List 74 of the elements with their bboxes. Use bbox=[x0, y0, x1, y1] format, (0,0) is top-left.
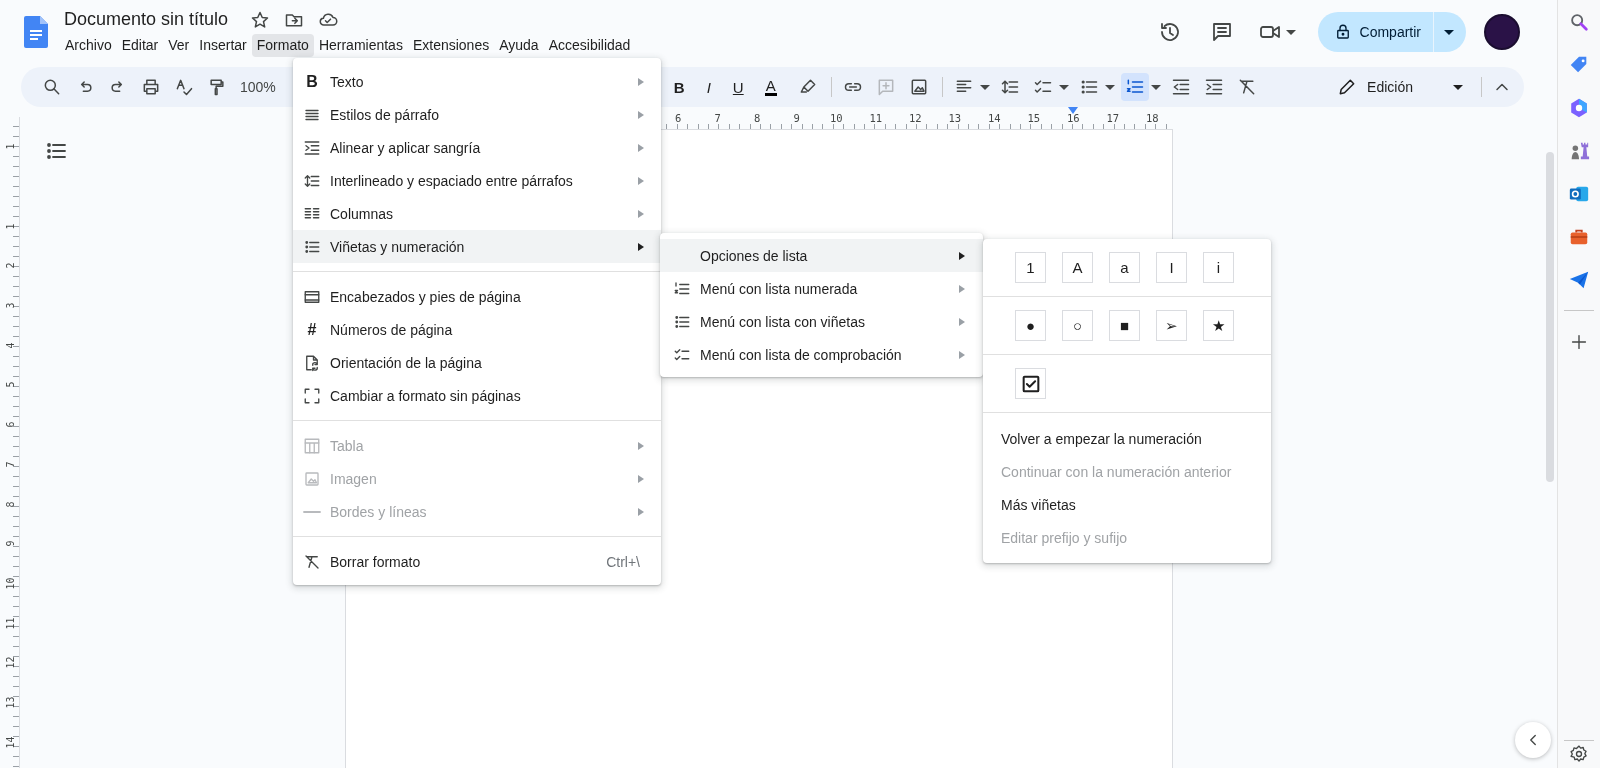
menu-item[interactable]: Interlineado y espaciado entre párrafos bbox=[293, 164, 661, 197]
numbering-style-button[interactable]: A bbox=[1062, 252, 1093, 283]
ruler-number: 17 bbox=[1105, 113, 1121, 124]
ruler-number: 15 bbox=[1026, 113, 1042, 124]
menu-item[interactable]: Estilos de párrafo bbox=[293, 98, 661, 131]
menu-item[interactable]: Editar bbox=[116, 33, 164, 57]
menu-item[interactable]: Insertar bbox=[194, 33, 252, 57]
ruler-number: 1 bbox=[4, 142, 16, 152]
ruler-number: 8 bbox=[753, 113, 762, 124]
bullet-style-button[interactable]: ★ bbox=[1203, 310, 1234, 341]
ruler-number: 10 bbox=[4, 576, 16, 591]
bullet-style-button[interactable]: ■ bbox=[1109, 310, 1140, 341]
ruler-number: 14 bbox=[986, 113, 1002, 124]
bullet-style-button[interactable]: ➢ bbox=[1156, 310, 1187, 341]
bold-button[interactable]: B bbox=[672, 78, 686, 96]
ruler-number: 13 bbox=[4, 695, 16, 710]
menu-item[interactable]: Extensiones bbox=[407, 33, 495, 57]
numbering-style-button[interactable]: i bbox=[1203, 252, 1234, 283]
menu-item[interactable]: Columnas bbox=[293, 197, 661, 230]
ruler-number: 10 bbox=[828, 113, 844, 124]
menu-item[interactable]: Herramientas bbox=[313, 33, 408, 57]
bullet-style-button[interactable]: ○ bbox=[1062, 310, 1093, 341]
numbering-style-button[interactable]: 1 bbox=[1015, 252, 1046, 283]
menu-item[interactable]: Archivo bbox=[60, 33, 117, 57]
ruler-number: 13 bbox=[947, 113, 963, 124]
menu-item[interactable]: Menú con lista de comprobación bbox=[660, 338, 983, 371]
menu-item[interactable]: Más viñetas bbox=[983, 489, 1271, 522]
numbering-style-button[interactable]: I bbox=[1156, 252, 1187, 283]
ruler-number: 14 bbox=[4, 735, 16, 750]
menu-item[interactable]: Ayuda bbox=[494, 33, 544, 57]
ruler-number: 6 bbox=[674, 113, 683, 124]
share-button[interactable]: Compartir bbox=[1317, 12, 1466, 52]
ruler-number: 12 bbox=[4, 655, 16, 670]
menu-item[interactable]: Volver a empezar la numeración bbox=[983, 423, 1271, 456]
menu-item[interactable]: Alinear y aplicar sangría bbox=[293, 131, 661, 164]
bold-icon: B bbox=[302, 72, 322, 91]
ruler-number: 7 bbox=[4, 460, 16, 470]
ruler-number: 12 bbox=[907, 113, 923, 124]
bullet-style-button[interactable]: ● bbox=[1015, 310, 1046, 341]
ruler-number: 11 bbox=[868, 113, 884, 124]
menu-item[interactable]: Orientación de la página bbox=[293, 346, 661, 379]
ruler-number: 16 bbox=[1065, 113, 1081, 124]
menu-item[interactable]: B Texto bbox=[293, 65, 661, 98]
menu-item[interactable]: # Números de página bbox=[293, 313, 661, 346]
menu-item[interactable]: Menú con lista con viñetas bbox=[660, 305, 983, 338]
ruler-number: 18 bbox=[1144, 113, 1160, 124]
menu-item[interactable]: Cambiar a formato sin páginas bbox=[293, 379, 661, 412]
ruler-number: 8 bbox=[4, 500, 16, 510]
underline-button[interactable]: U bbox=[731, 78, 745, 96]
menu-item[interactable]: Formato bbox=[251, 33, 314, 57]
menu-item[interactable]: Borrar formato Ctrl+\ bbox=[293, 545, 661, 578]
ruler-number: 9 bbox=[792, 113, 801, 124]
menu-item[interactable]: Opciones de lista bbox=[660, 239, 983, 272]
ruler-number: 11 bbox=[4, 616, 16, 631]
ruler-number: 1 bbox=[4, 222, 16, 232]
menu-item[interactable]: Viñetas y numeración bbox=[293, 230, 661, 263]
ruler-number: 7 bbox=[713, 113, 722, 124]
ruler-number: 9 bbox=[4, 539, 16, 549]
ruler-number: 6 bbox=[4, 420, 16, 430]
text-color-button[interactable]: A bbox=[764, 78, 777, 96]
mode-button[interactable]: Edición bbox=[1331, 77, 1469, 97]
hash-icon: # bbox=[302, 320, 322, 339]
italic-button[interactable]: I bbox=[705, 78, 712, 96]
document-title[interactable]: Documento sin título bbox=[64, 9, 229, 30]
menu-item[interactable]: Ver bbox=[163, 33, 195, 57]
ruler-number: 3 bbox=[4, 301, 16, 311]
menu-item[interactable]: Accesibilidad bbox=[543, 33, 636, 57]
ruler-number: 2 bbox=[4, 261, 16, 271]
menu-item[interactable]: Encabezados y pies de página bbox=[293, 280, 661, 313]
ruler-number: 5 bbox=[4, 380, 16, 390]
ruler-number: 4 bbox=[4, 341, 16, 351]
numbering-style-button[interactable]: a bbox=[1109, 252, 1140, 283]
menu-item[interactable]: Menú con lista numerada bbox=[660, 272, 983, 305]
zoom-level[interactable]: 100% bbox=[240, 79, 276, 95]
